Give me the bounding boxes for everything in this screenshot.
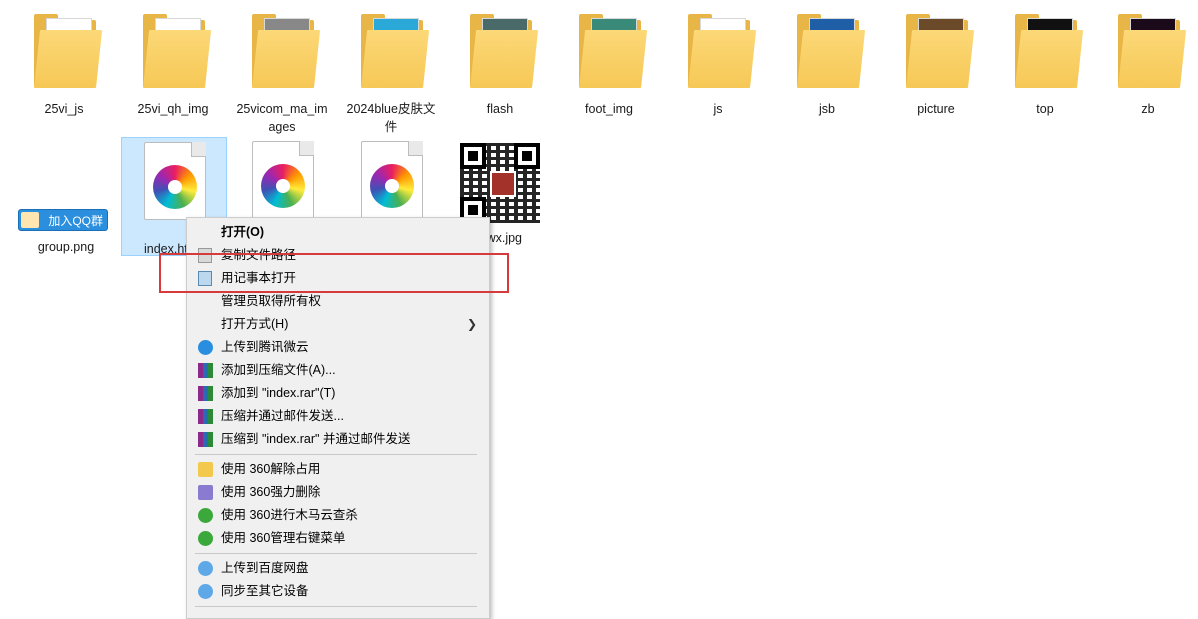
folder-label: zb [1141, 102, 1155, 116]
menu-item-add-archive[interactable]: 添加到压缩文件(A)... [187, 359, 487, 382]
html-file-icon [138, 142, 210, 226]
folder-jsb[interactable]: jsb [777, 12, 877, 118]
folder-js[interactable]: js [668, 12, 768, 118]
folder-icon [28, 12, 103, 96]
menu-item-compress-index-email[interactable]: 压缩到 "index.rar" 并通过邮件发送 [187, 428, 487, 451]
menu-separator [195, 606, 477, 607]
folder-label: 25vi_qh_img [137, 102, 209, 116]
folder-label: jsb [819, 102, 835, 116]
folder-label: 25vicom_ma_images [236, 102, 328, 134]
folder-25vi-js[interactable]: 25vi_js [14, 12, 114, 118]
menu-separator [195, 454, 477, 455]
folder-picture[interactable]: picture [886, 12, 986, 118]
winrar-icon [198, 432, 213, 447]
menu-item-baidu-upload[interactable]: 上传到百度网盘 [187, 557, 487, 580]
folder-label: foot_img [585, 102, 633, 116]
folder-flash[interactable]: flash [450, 12, 550, 118]
folder-label: 25vi_js [44, 102, 84, 116]
menu-item-360-scan[interactable]: 使用 360进行木马云查杀 [187, 504, 487, 527]
menu-item-360-delete[interactable]: 使用 360强力删除 [187, 481, 487, 504]
folder-zb[interactable]: zb [1098, 12, 1198, 118]
avatar-icon [21, 212, 39, 228]
file-label: group.png [37, 240, 95, 254]
menu-item-take-ownership[interactable]: 管理员取得所有权 [187, 290, 487, 313]
file-html-2[interactable] [232, 141, 332, 225]
folder-label: picture [917, 102, 955, 116]
folder-2024blue[interactable]: 2024blue皮肤文件 [341, 12, 441, 136]
shredder-icon [198, 485, 213, 500]
menu-item-360-unlock[interactable]: 使用 360解除占用 [187, 458, 487, 481]
menu-item-open-with[interactable]: 打开方式(H) ❯ [187, 313, 487, 336]
folder-icon [1009, 12, 1084, 96]
winrar-icon [198, 363, 213, 378]
menu-item-sync-devices[interactable]: 同步至其它设备 [187, 580, 487, 603]
folder-icon [464, 12, 539, 96]
highlight-box [159, 253, 509, 293]
folder-icon [137, 12, 212, 96]
html-file-icon [246, 141, 318, 225]
folder-icon [682, 12, 757, 96]
folder-label: top [1036, 102, 1054, 116]
360-icon [198, 508, 213, 523]
folder-label: js [713, 102, 723, 116]
folder-icon [900, 12, 975, 96]
menu-item-compress-email[interactable]: 压缩并通过邮件发送... [187, 405, 487, 428]
menu-item-weiyun[interactable]: 上传到腾讯微云 [187, 336, 487, 359]
unlock-folder-icon [198, 462, 213, 477]
html-file-icon [355, 141, 427, 225]
qq-button-text: 加入QQ群 [48, 214, 103, 228]
folder-foot-img[interactable]: foot_img [559, 12, 659, 118]
chevron-right-icon: ❯ [467, 317, 478, 331]
folder-icon [1112, 12, 1187, 96]
baidu-cloud-icon [198, 561, 213, 576]
qr-code-image [460, 141, 540, 225]
baidu-cloud-icon [198, 584, 213, 599]
winrar-icon [198, 409, 213, 424]
folder-top[interactable]: top [995, 12, 1095, 118]
folder-label: 2024blue皮肤文件 [346, 102, 436, 134]
winrar-icon [198, 386, 213, 401]
qq-group-image: 加入QQ群 [18, 209, 108, 231]
cloud-icon [198, 340, 213, 355]
menu-separator [195, 553, 477, 554]
file-html-3[interactable] [341, 141, 441, 225]
360-icon [198, 531, 213, 546]
folder-icon [791, 12, 866, 96]
menu-item-open[interactable]: 打开(O) [187, 221, 487, 244]
folder-25vicom-ma-images[interactable]: 25vicom_ma_images [232, 12, 332, 136]
folder-25vi-qh-img[interactable]: 25vi_qh_img [123, 12, 223, 118]
folder-icon [355, 12, 430, 96]
folder-label: flash [486, 102, 514, 116]
menu-item-360-menu-manage[interactable]: 使用 360管理右键菜单 [187, 527, 487, 550]
folder-icon [246, 12, 321, 96]
folder-icon [573, 12, 648, 96]
menu-item-add-index-rar[interactable]: 添加到 "index.rar"(T) [187, 382, 487, 405]
